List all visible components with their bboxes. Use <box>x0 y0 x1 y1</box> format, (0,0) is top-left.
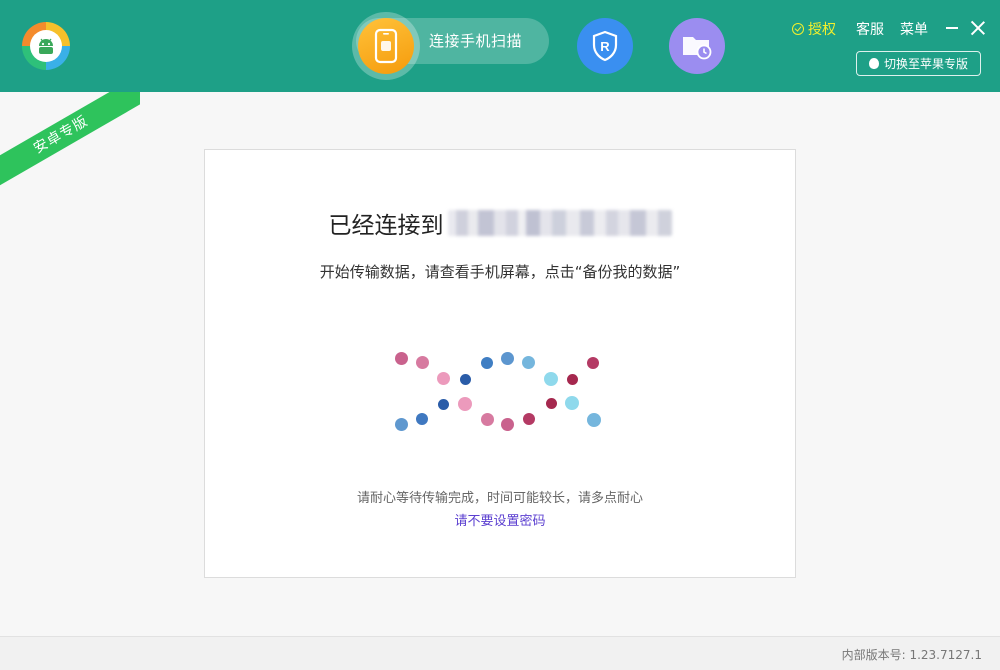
anim-dot <box>437 372 450 385</box>
anim-dot <box>460 374 471 385</box>
menu-link[interactable]: 菜单 <box>900 19 928 39</box>
phone-scan-icon[interactable] <box>358 18 414 74</box>
close-icon[interactable] <box>970 20 986 36</box>
switch-to-apple-button[interactable]: 切换至苹果专版 <box>856 51 981 76</box>
anim-dot <box>501 352 514 365</box>
minimize-icon[interactable] <box>946 27 958 29</box>
anim-dot <box>458 397 472 411</box>
anim-dot <box>546 398 557 409</box>
top-header: 连接手机扫描 R 授权 客服 菜单 切换至苹果专版 <box>0 0 1000 92</box>
anim-dot <box>438 399 449 410</box>
no-password-notice[interactable]: 请不要设置密码 <box>205 510 795 529</box>
title-row: 已经连接到 <box>205 206 795 240</box>
transfer-animation <box>395 346 607 431</box>
anim-dot <box>416 413 428 425</box>
anim-dot <box>544 372 558 386</box>
check-circle-icon <box>792 23 804 35</box>
connected-title: 已经连接到 <box>328 213 444 239</box>
anim-dot <box>567 374 578 385</box>
footer-bar: 内部版本号: 1.23.7127.1 <box>0 636 1000 670</box>
authorize-link[interactable]: 授权 <box>792 19 836 39</box>
anim-dot <box>481 357 493 369</box>
anim-dot <box>565 396 579 410</box>
anim-dot <box>395 418 408 431</box>
folder-clock-icon <box>683 37 712 60</box>
version-label: 内部版本号: 1.23.7127.1 <box>841 648 982 662</box>
history-button[interactable] <box>669 18 725 74</box>
android-logo-icon <box>22 22 70 70</box>
anim-dot <box>481 413 494 426</box>
apple-icon <box>868 58 879 69</box>
connection-status-card: 已经连接到 开始传输数据，请查看手机屏幕，点击“备份我的数据” 请耐心等待传输完… <box>204 149 796 578</box>
svg-text:R: R <box>600 39 610 54</box>
scan-label: 连接手机扫描 <box>429 32 523 50</box>
anim-dot <box>395 352 408 365</box>
anim-dot <box>523 413 535 425</box>
customer-service-link[interactable]: 客服 <box>856 19 884 39</box>
wait-note: 请耐心等待传输完成，时间可能较长，请多点耐心 <box>356 491 643 506</box>
instruction-text: 开始传输数据，请查看手机屏幕，点击“备份我的数据” <box>319 263 681 281</box>
anim-dot <box>416 356 429 369</box>
blurred-device-name <box>447 210 672 236</box>
anim-dot <box>587 413 601 427</box>
authorize-label: 授权 <box>808 22 836 38</box>
anim-dot <box>501 418 514 431</box>
r-shield-button[interactable]: R <box>577 18 633 74</box>
android-edition-ribbon: 安卓专版 <box>0 92 140 192</box>
anim-dot <box>587 357 599 369</box>
anim-dot <box>522 356 535 369</box>
ribbon-label: 安卓专版 <box>0 92 140 192</box>
switch-label: 切换至苹果专版 <box>883 57 968 71</box>
r-shield-icon: R <box>592 30 618 62</box>
